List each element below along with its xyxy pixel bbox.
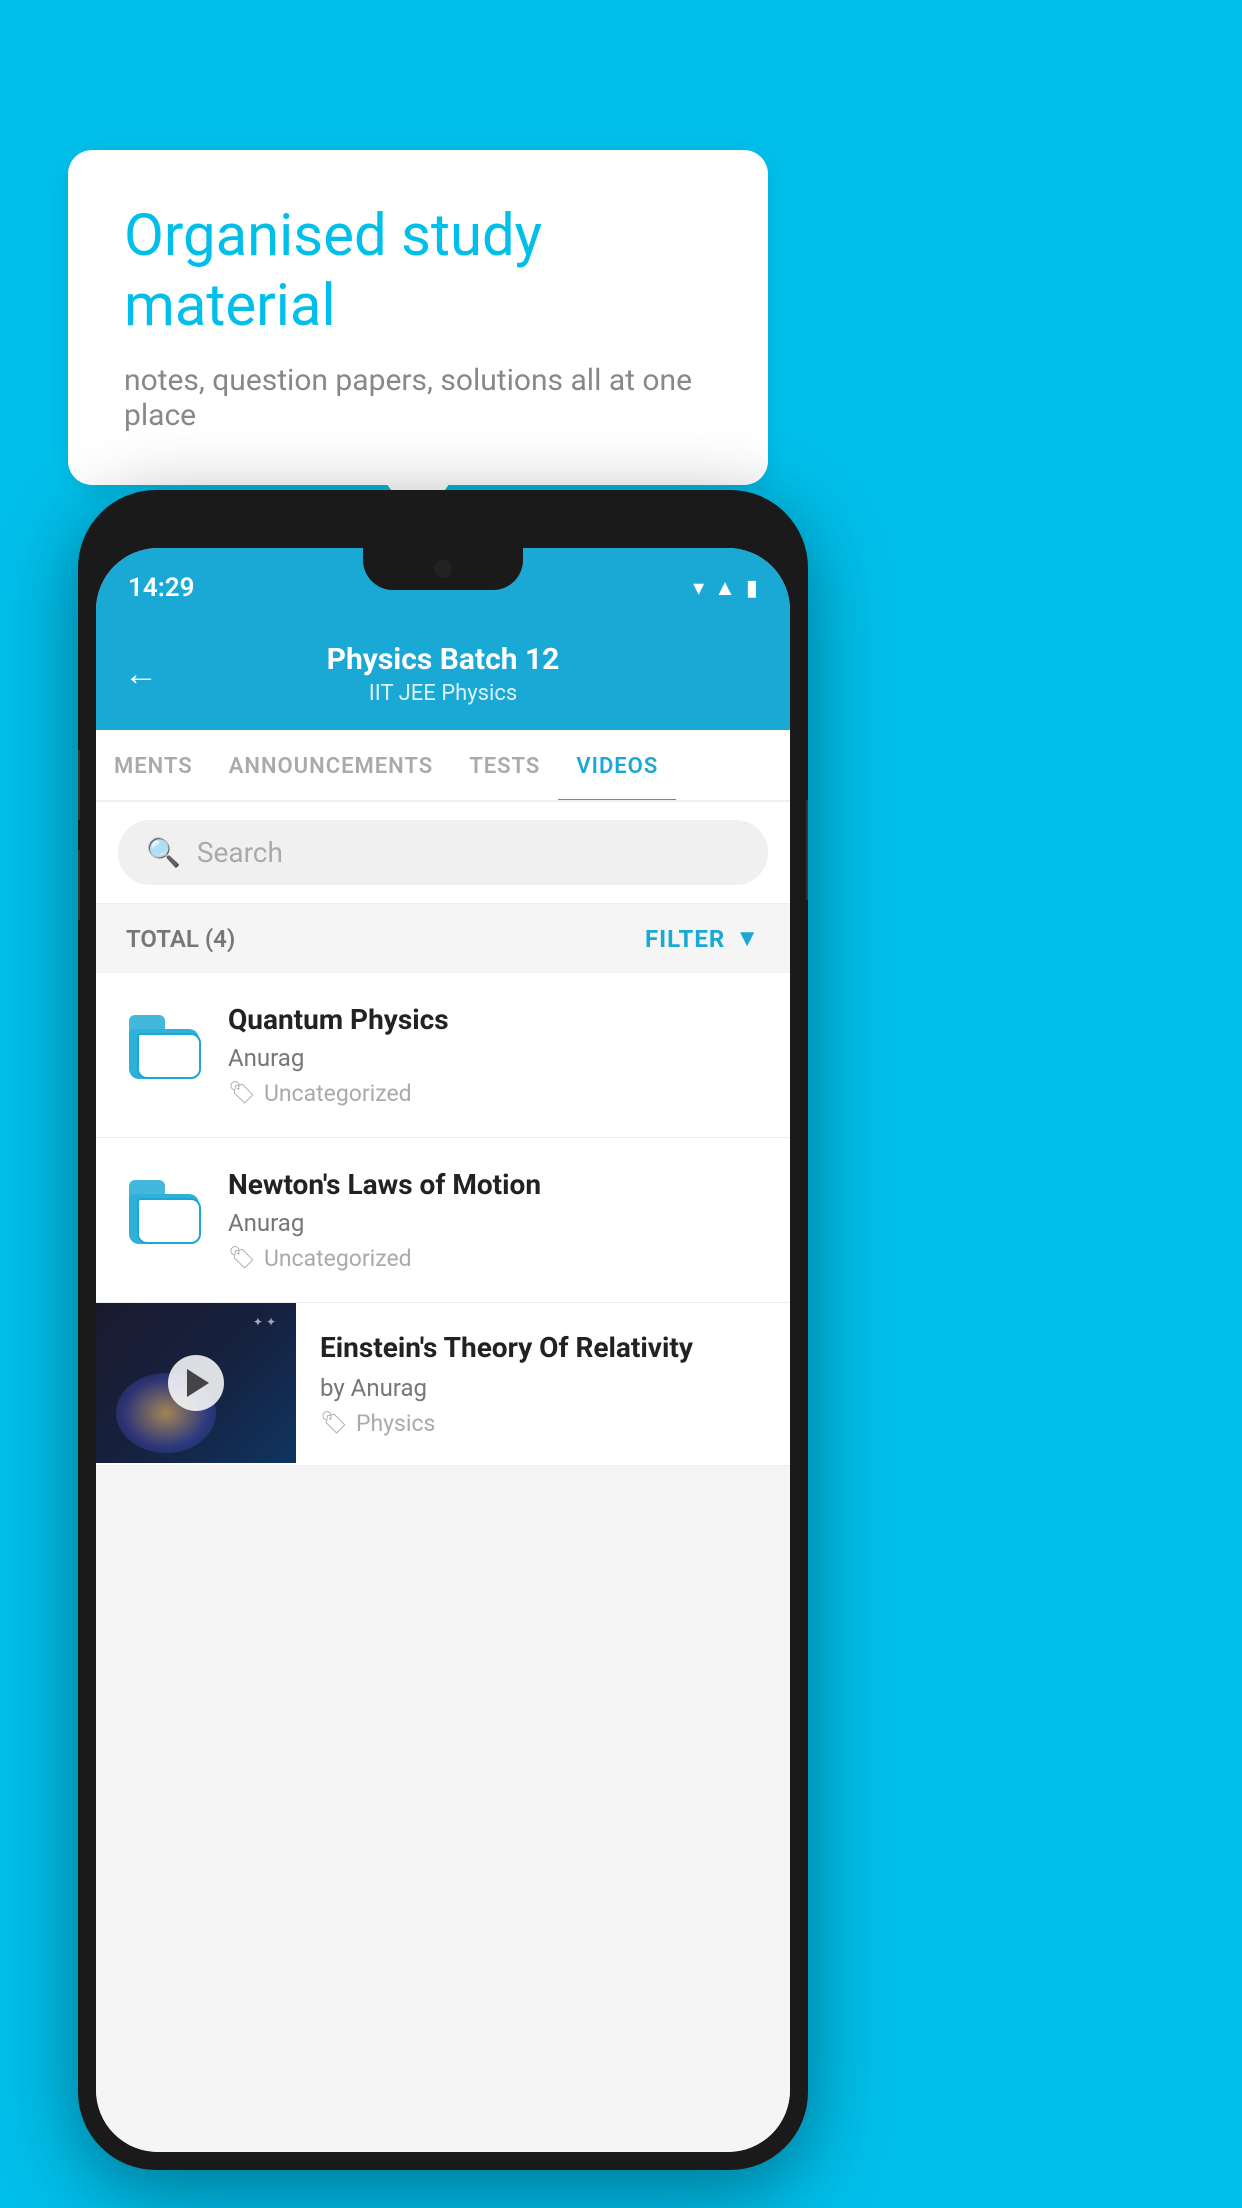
- list-item-title-quantum: Quantum Physics: [228, 1003, 762, 1036]
- tab-ments[interactable]: MENTS: [96, 730, 211, 802]
- tab-tests[interactable]: TESTS: [451, 730, 558, 802]
- phone-screen: 14:29 ▾ ▲ ▮ ← Physics Batch 12 IIT JEE P…: [96, 548, 790, 2152]
- vol-up-button: [78, 750, 80, 820]
- header-subtitle: IIT JEE Physics: [327, 681, 560, 706]
- list-item[interactable]: ✦ ✦ Einstein's Theory Of Relativity by A…: [96, 1303, 790, 1466]
- tabs-bar: MENTS ANNOUNCEMENTS TESTS VIDEOS: [96, 730, 790, 802]
- star-decoration: ✦ ✦: [253, 1315, 276, 1329]
- play-icon: [187, 1369, 209, 1397]
- total-label: TOTAL (4): [126, 925, 235, 953]
- video-author-einstein: by Anurag: [320, 1374, 766, 1402]
- video-thumbnail-einstein: ✦ ✦: [96, 1303, 296, 1463]
- battery-icon: ▮: [746, 576, 758, 601]
- video-tag-einstein: 🏷 Physics: [320, 1410, 766, 1437]
- video-content-einstein: Einstein's Theory Of Relativity by Anura…: [296, 1303, 790, 1465]
- list-item-content-newton: Newton's Laws of Motion Anurag 🏷 Uncateg…: [228, 1168, 762, 1272]
- power-button: [806, 800, 808, 900]
- status-time: 14:29: [128, 573, 195, 603]
- vol-down-button: [78, 850, 80, 920]
- speech-bubble-container: Organised study material notes, question…: [68, 150, 768, 485]
- wifi-icon: ▾: [693, 576, 704, 601]
- tab-videos[interactable]: VIDEOS: [558, 730, 676, 802]
- back-button[interactable]: ←: [124, 654, 158, 694]
- filter-icon: ▼: [735, 924, 760, 953]
- tag-icon: 🏷: [228, 1081, 256, 1106]
- screen-content[interactable]: ← Physics Batch 12 IIT JEE Physics MENTS…: [96, 620, 790, 2152]
- video-play-button[interactable]: [168, 1355, 224, 1411]
- list-item[interactable]: Quantum Physics Anurag 🏷 Uncategorized: [96, 973, 790, 1138]
- list-item-tag-newton: 🏷 Uncategorized: [228, 1245, 762, 1272]
- search-icon: 🔍: [146, 836, 181, 869]
- tab-announcements[interactable]: ANNOUNCEMENTS: [211, 730, 451, 802]
- list-item-content-quantum: Quantum Physics Anurag 🏷 Uncategorized: [228, 1003, 762, 1107]
- app-header: ← Physics Batch 12 IIT JEE Physics: [96, 620, 790, 730]
- signal-icon: ▲: [714, 575, 736, 601]
- list-item-author-newton: Anurag: [228, 1209, 762, 1237]
- speech-bubble-title: Organised study material: [124, 202, 712, 341]
- tag-icon: 🏷: [228, 1246, 256, 1271]
- total-filter-row: TOTAL (4) FILTER ▼: [96, 904, 790, 973]
- folder-icon-newton: [124, 1174, 204, 1254]
- search-placeholder[interactable]: Search: [197, 836, 283, 869]
- list-item-author-quantum: Anurag: [228, 1044, 762, 1072]
- tag-text-einstein: Physics: [356, 1410, 435, 1437]
- list-item[interactable]: Newton's Laws of Motion Anurag 🏷 Uncateg…: [96, 1138, 790, 1303]
- tag-icon: 🏷: [320, 1411, 348, 1436]
- list-item-tag-quantum: 🏷 Uncategorized: [228, 1080, 762, 1107]
- status-icons: ▾ ▲ ▮: [693, 575, 758, 601]
- list-container: Quantum Physics Anurag 🏷 Uncategorized: [96, 973, 790, 1466]
- filter-button[interactable]: FILTER ▼: [645, 924, 760, 953]
- video-title-einstein: Einstein's Theory Of Relativity: [320, 1331, 766, 1364]
- camera: [434, 560, 452, 578]
- speech-bubble-subtitle: notes, question papers, solutions all at…: [124, 363, 712, 433]
- search-container: 🔍 Search: [96, 802, 790, 904]
- folder-icon-quantum: [124, 1009, 204, 1089]
- search-box[interactable]: 🔍 Search: [118, 820, 768, 885]
- tag-text-newton: Uncategorized: [264, 1245, 412, 1272]
- phone-notch: [363, 548, 523, 590]
- header-title-group: Physics Batch 12 IIT JEE Physics: [327, 642, 560, 706]
- list-item-title-newton: Newton's Laws of Motion: [228, 1168, 762, 1201]
- tag-text-quantum: Uncategorized: [264, 1080, 412, 1107]
- speech-bubble: Organised study material notes, question…: [68, 150, 768, 485]
- phone-frame: 14:29 ▾ ▲ ▮ ← Physics Batch 12 IIT JEE P…: [78, 490, 808, 2170]
- filter-label: FILTER: [645, 925, 725, 953]
- header-title: Physics Batch 12: [327, 642, 560, 677]
